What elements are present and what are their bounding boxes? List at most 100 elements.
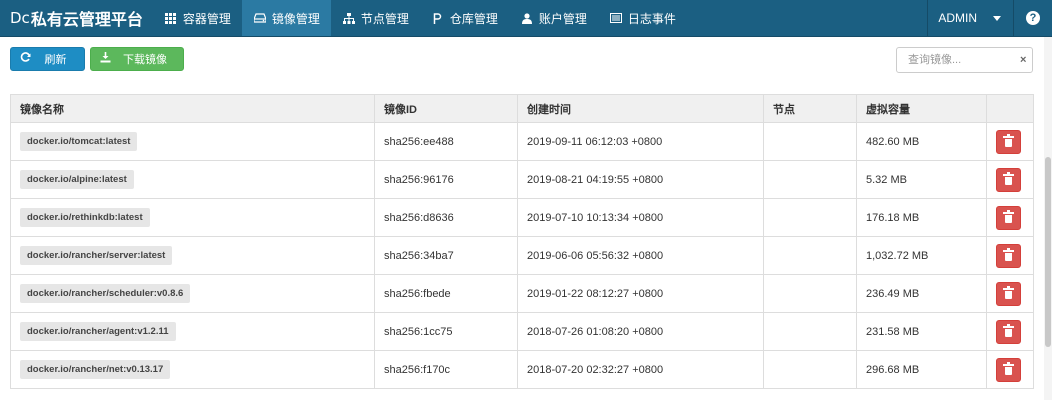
trash-icon: [1003, 285, 1014, 299]
image-name-tag: docker.io/alpine:latest: [20, 170, 134, 189]
image-name-tag: docker.io/tomcat:latest: [20, 132, 138, 151]
image-node: [763, 198, 857, 237]
image-name-tag: docker.io/rancher/server:latest: [20, 246, 173, 265]
image-id: sha256:f170c: [374, 350, 518, 389]
image-size: 236.49 MB: [856, 274, 987, 313]
column-header-name[interactable]: 镜像名称: [10, 94, 375, 123]
column-header-node[interactable]: 节点: [763, 94, 857, 123]
delete-button[interactable]: [996, 205, 1021, 230]
image-id: sha256:ee488: [374, 122, 518, 161]
user-menu-button[interactable]: ADMIN: [927, 0, 1013, 36]
column-header-created[interactable]: 创建时间: [517, 94, 764, 123]
image-name-tag: docker.io/rethinkdb:latest: [20, 208, 150, 227]
image-size: 482.60 MB: [856, 122, 987, 161]
trash-icon: [1003, 247, 1014, 261]
parking-icon: [431, 12, 445, 24]
image-id: sha256:1cc75: [374, 312, 518, 351]
nav-item-label: 仓库管理: [449, 11, 498, 26]
trash-icon: [1003, 361, 1014, 375]
brand-title: 私有云管理平台: [30, 12, 143, 29]
image-name-tag: docker.io/rancher/agent:v1.2.11: [20, 322, 176, 341]
table-header-row: 镜像名称 镜像ID 创建时间 节点 虚拟容量: [10, 94, 1034, 123]
trash-icon: [1003, 171, 1014, 185]
download-image-button[interactable]: 下载镜像: [90, 47, 184, 71]
nav-item-containers[interactable]: 容器管理: [153, 0, 242, 36]
nav-item-label: 节点管理: [360, 11, 409, 26]
trash-icon: [1003, 209, 1014, 223]
image-id: sha256:34ba7: [374, 236, 518, 275]
trash-icon: [1003, 133, 1014, 147]
scrollbar-thumb[interactable]: [1045, 157, 1051, 347]
delete-button[interactable]: [996, 357, 1021, 382]
image-node: [763, 236, 857, 275]
image-size: 5.32 MB: [856, 160, 987, 199]
delete-button[interactable]: [996, 243, 1021, 268]
image-size: 296.68 MB: [856, 350, 987, 389]
table-row: docker.io/tomcat:latest sha256:ee488 201…: [10, 122, 1034, 161]
top-navbar: Dc 私有云管理平台 容器管理 镜像管理 节点管理 仓库管理 账户管理 日志事件…: [0, 0, 1052, 37]
nav-item-nodes[interactable]: 节点管理: [331, 0, 420, 36]
table-row: docker.io/alpine:latest sha256:96176 201…: [10, 160, 1034, 199]
refresh-label: 刷新: [44, 54, 67, 66]
image-created: 2018-07-20 02:32:27 +0800: [517, 350, 764, 389]
image-node: [763, 312, 857, 351]
image-name-tag: docker.io/rancher/net:v0.13.17: [20, 360, 171, 379]
image-node: [763, 350, 857, 389]
image-node: [763, 274, 857, 313]
image-created: 2019-09-11 06:12:03 +0800: [517, 122, 764, 161]
delete-button[interactable]: [996, 281, 1021, 306]
list-icon: [609, 13, 623, 23]
search-box: ×: [896, 47, 1033, 73]
image-id: sha256:d8636: [374, 198, 518, 237]
nav-item-registry[interactable]: 仓库管理: [420, 0, 509, 36]
nav-item-label: 账户管理: [538, 11, 587, 26]
search-input[interactable]: [906, 53, 1020, 67]
image-size: 231.58 MB: [856, 312, 987, 351]
nav-item-label: 容器管理: [182, 11, 231, 26]
clear-icon[interactable]: ×: [1020, 54, 1026, 66]
table-row: docker.io/rancher/scheduler:v0.8.6 sha25…: [10, 274, 1034, 313]
download-label: 下载镜像: [123, 54, 167, 66]
delete-button[interactable]: [996, 319, 1021, 344]
caret-down-icon: [993, 15, 1001, 21]
images-table: 镜像名称 镜像ID 创建时间 节点 虚拟容量 docker.io/tomcat:…: [10, 94, 1034, 389]
table-row: docker.io/rethinkdb:latest sha256:d8636 …: [10, 198, 1034, 237]
image-created: 2019-07-10 10:13:34 +0800: [517, 198, 764, 237]
nav-item-logs[interactable]: 日志事件: [598, 0, 687, 36]
image-size: 1,032.72 MB: [856, 236, 987, 275]
question-circle-icon: ?: [1026, 11, 1040, 25]
image-size: 176.18 MB: [856, 198, 987, 237]
user-name: ADMIN: [938, 11, 977, 25]
nav-item-label: 日志事件: [627, 11, 676, 26]
brand-logo: Dc: [10, 9, 30, 27]
refresh-button[interactable]: 刷新: [10, 47, 85, 71]
image-node: [763, 122, 857, 161]
image-node: [763, 160, 857, 199]
column-header-actions: [986, 94, 1034, 123]
image-created: 2019-01-22 08:12:27 +0800: [517, 274, 764, 313]
grid-icon: [164, 12, 178, 24]
image-created: 2019-06-06 05:56:32 +0800: [517, 236, 764, 275]
trash-icon: [1003, 323, 1014, 337]
images-table-wrapper: 镜像名称 镜像ID 创建时间 节点 虚拟容量 docker.io/tomcat:…: [10, 94, 1034, 389]
column-header-id[interactable]: 镜像ID: [374, 94, 518, 123]
page-scrollbar[interactable]: [1044, 37, 1052, 400]
refresh-icon: [15, 52, 35, 66]
column-header-size[interactable]: 虚拟容量: [856, 94, 987, 123]
nav-item-label: 镜像管理: [271, 11, 320, 26]
drive-icon: [253, 13, 267, 23]
image-id: sha256:fbede: [374, 274, 518, 313]
help-button[interactable]: ?: [1013, 0, 1052, 36]
brand[interactable]: Dc 私有云管理平台: [0, 0, 153, 36]
nav-item-images[interactable]: 镜像管理: [241, 0, 331, 36]
delete-button[interactable]: [996, 129, 1021, 154]
image-created: 2018-07-26 01:08:20 +0800: [517, 312, 764, 351]
download-icon: [95, 52, 115, 66]
delete-button[interactable]: [996, 167, 1021, 192]
nav-item-accounts[interactable]: 账户管理: [509, 0, 598, 36]
image-id: sha256:96176: [374, 160, 518, 199]
sitemap-icon: [342, 12, 356, 24]
main-nav: 容器管理 镜像管理 节点管理 仓库管理 账户管理 日志事件: [153, 0, 687, 36]
image-created: 2019-08-21 04:19:55 +0800: [517, 160, 764, 199]
table-row: docker.io/rancher/server:latest sha256:3…: [10, 236, 1034, 275]
